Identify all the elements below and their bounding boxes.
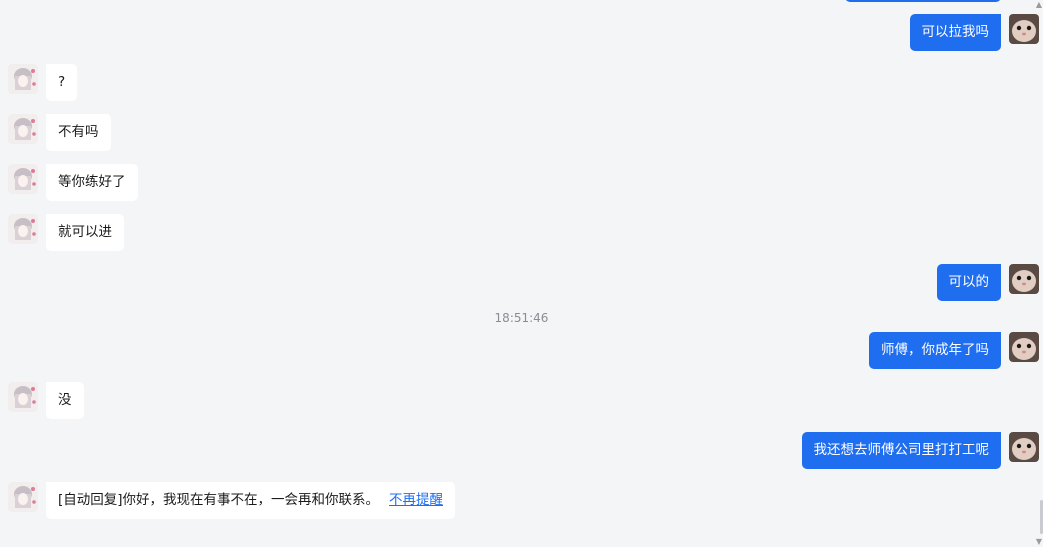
outgoing-message[interactable]: 我还想去师傅公司里打打工呢 [801,432,1001,469]
scroll-down-icon[interactable]: ▼ [1036,538,1042,546]
contact-avatar[interactable] [8,114,38,144]
self-avatar[interactable] [1009,264,1039,294]
contact-avatar[interactable] [8,164,38,194]
outgoing-message[interactable]: 可以拉我吗 [909,14,1001,51]
self-avatar[interactable] [1009,332,1039,362]
cat-avatar-icon [1009,432,1039,462]
incoming-message[interactable]: 不有吗 [46,114,111,151]
outgoing-message[interactable]: 可以的 [936,264,1001,301]
cat-avatar-icon [1009,332,1039,362]
incoming-message[interactable]: ? [46,64,78,101]
anime-girl-avatar-icon [8,164,38,194]
self-avatar[interactable] [1009,432,1039,462]
contact-avatar[interactable] [8,382,38,412]
contact-avatar[interactable] [8,482,38,512]
contact-avatar[interactable] [8,214,38,244]
cat-avatar-icon [1009,264,1039,294]
anime-girl-avatar-icon [8,114,38,144]
contact-avatar[interactable] [8,64,38,94]
auto-reply-text: [自动回复]你好，我现在有事不在，一会再和你联系。 [58,492,380,508]
incoming-message[interactable]: 就可以进 [46,214,124,251]
anime-girl-avatar-icon [8,482,38,512]
message-timestamp: 18:51:46 [494,311,549,325]
chat-message-area[interactable]: 可以拉我吗 ? 不有吗 等你练好了 就可以进 可以的 18:51:46 师傅，你… [0,0,1043,547]
anime-girl-avatar-icon [8,64,38,94]
dont-remind-link[interactable]: 不再提醒 [389,492,443,508]
previous-message-bubble [845,0,1001,2]
anime-girl-avatar-icon [8,382,38,412]
outgoing-message[interactable]: 师傅，你成年了吗 [869,332,1001,369]
auto-reply-message[interactable]: [自动回复]你好，我现在有事不在，一会再和你联系。 不再提醒 [46,482,456,519]
self-avatar[interactable] [1009,14,1039,44]
cat-avatar-icon [1009,14,1039,44]
incoming-message[interactable]: 等你练好了 [46,164,138,201]
scroll-up-icon[interactable]: ▲ [1036,1,1042,9]
incoming-message[interactable]: 没 [46,382,84,419]
anime-girl-avatar-icon [8,214,38,244]
